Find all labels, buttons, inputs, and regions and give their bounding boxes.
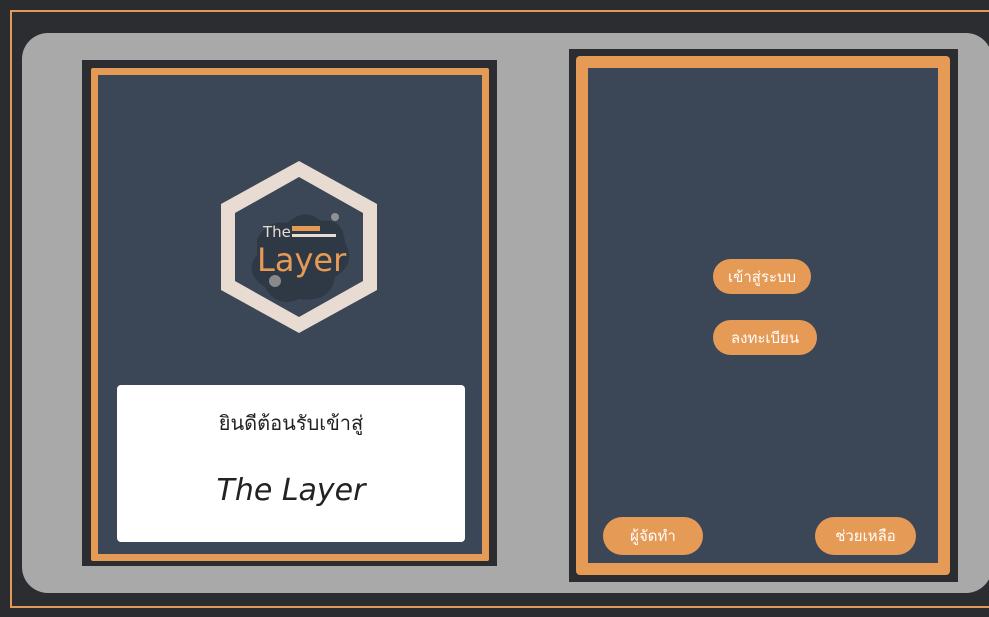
- login-button[interactable]: เข้าสู่ระบบ: [713, 259, 811, 294]
- logo-main-text: Layer: [257, 241, 347, 279]
- welcome-card: The Layer ยินดีต้อนรับเข้าสู่ The Layer: [82, 60, 497, 566]
- help-button[interactable]: ช่วยเหลือ: [815, 517, 916, 555]
- menu-card: เข้าสู่ระบบ ลงทะเบียน ผู้จัดทำ ช่วยเหลือ: [569, 49, 958, 582]
- the-layer-logo: The Layer: [217, 159, 381, 335]
- welcome-box: ยินดีต้อนรับเข้าสู่ The Layer: [117, 385, 465, 542]
- register-button[interactable]: ลงทะเบียน: [713, 320, 817, 355]
- logo-top-text: The: [262, 223, 291, 241]
- welcome-greeting: ยินดีต้อนรับเข้าสู่: [218, 411, 364, 435]
- menu-card-inner: เข้าสู่ระบบ ลงทะเบียน ผู้จัดทำ ช่วยเหลือ: [576, 56, 950, 575]
- welcome-brand: The Layer: [216, 473, 366, 508]
- creators-button[interactable]: ผู้จัดทำ: [603, 517, 703, 555]
- welcome-card-inner: The Layer ยินดีต้อนรับเข้าสู่ The Layer: [91, 68, 489, 561]
